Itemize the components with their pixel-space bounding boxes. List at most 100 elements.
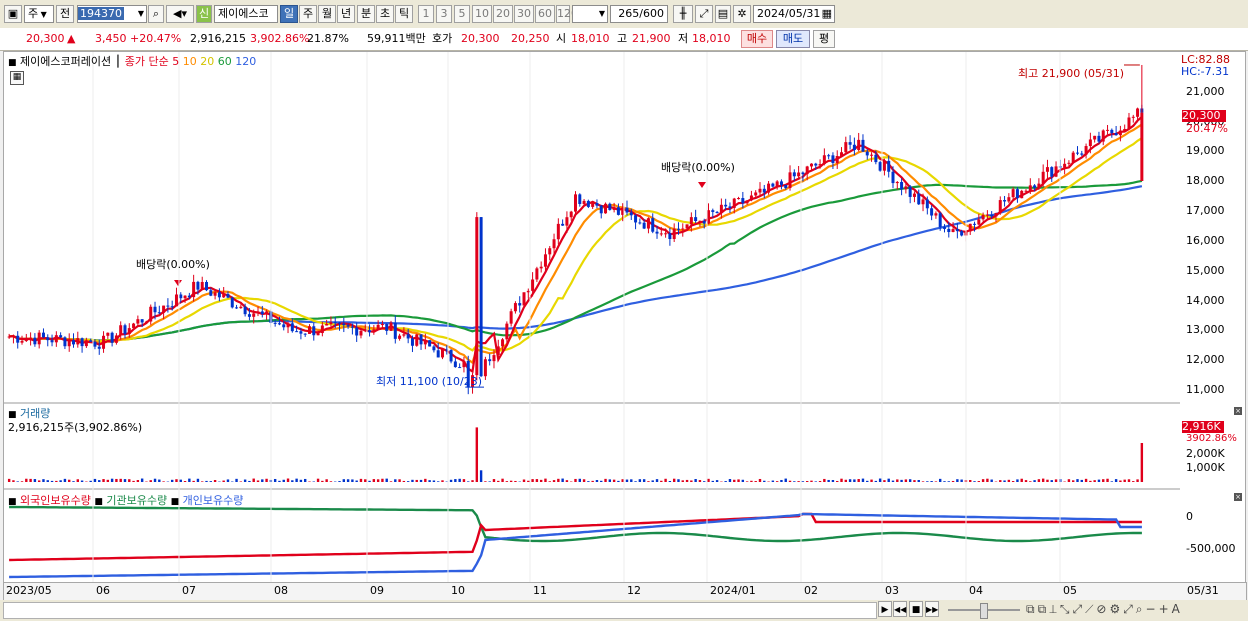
holdings-pane-close-icon[interactable]: × [1234, 493, 1242, 501]
period-minute-button[interactable]: 분 [357, 5, 375, 23]
volume-bar [106, 479, 110, 482]
volume-bar [947, 481, 950, 482]
stock-code-input[interactable]: 194370 ▼ [77, 5, 147, 23]
interval-1-button[interactable]: 1 [418, 5, 434, 23]
legend-ma60: 60 [217, 55, 232, 68]
candle-body [72, 340, 76, 345]
search-icon[interactable]: ⌕ [148, 5, 164, 23]
candle-body [1127, 117, 1131, 130]
candle-body [179, 294, 183, 299]
candle-body [406, 334, 410, 339]
low-label: 저 [678, 32, 689, 45]
period-tick-button[interactable]: 틱 [395, 5, 413, 23]
volume-bar [780, 479, 783, 482]
volume-tag: 2,916K [1182, 421, 1224, 433]
volume-bar [600, 480, 603, 482]
candle-body [604, 203, 608, 214]
period-second-button[interactable]: 초 [376, 5, 394, 23]
period-week-button[interactable]: 주 [299, 5, 317, 23]
candle-body [985, 214, 989, 216]
interval-10-button[interactable]: 10 [472, 5, 492, 23]
open-price: 18,010 [571, 32, 610, 45]
buy-button[interactable]: 매수 [741, 30, 773, 48]
volume-bar [406, 481, 410, 482]
interval-120-button[interactable]: 120 [556, 5, 578, 23]
volume-bar [578, 478, 581, 482]
volume-bar [660, 480, 663, 482]
chart-area[interactable]: ■ 제이에스코퍼레이션 ┃ 종가 단순 5 10 20 60 120 ▦ 최고 … [3, 51, 1181, 583]
volume-bar [501, 478, 504, 482]
price-tick-label: 21,000 [1186, 84, 1225, 98]
stop-icon[interactable]: ■ [909, 601, 923, 617]
volume-bar [703, 481, 706, 482]
volume-bar [183, 481, 187, 482]
x-axis-month-label: 2023/05 [6, 584, 52, 597]
candle-body [488, 359, 492, 362]
interval-30-button[interactable]: 30 [514, 5, 534, 23]
evaluate-button[interactable]: 평 [813, 30, 835, 48]
candle-body [1045, 167, 1049, 172]
count-input[interactable]: 265/600 [610, 5, 668, 23]
prev-button[interactable]: 전 [56, 5, 74, 23]
volume-bar [381, 478, 384, 482]
horizontal-scrollbar[interactable] [3, 602, 877, 619]
volume-bar [883, 480, 886, 482]
candle-body [505, 323, 509, 340]
candle-body [123, 325, 127, 335]
volume-bar [617, 480, 620, 482]
volume-bar [1140, 443, 1144, 482]
window-menu-icon[interactable]: ▣ [4, 5, 22, 23]
sell-button[interactable]: 매도 [776, 30, 810, 48]
volume-bar [694, 479, 697, 482]
date-input[interactable]: 2024/05/31 ▦ [753, 5, 835, 23]
volume-bar [1072, 480, 1075, 482]
volume-bar [484, 481, 487, 482]
save-icon[interactable]: ▤ [715, 5, 731, 23]
fast-forward-icon[interactable]: ▶▶ [925, 601, 939, 617]
volume-bar [364, 479, 367, 482]
volume-bar [1054, 479, 1058, 482]
volume-bar [793, 481, 796, 482]
volume-bar [887, 478, 890, 482]
volume-bar [1132, 481, 1135, 482]
candle-body [277, 323, 281, 325]
period-day-button[interactable]: 일 [280, 5, 298, 23]
volume-bar [37, 480, 41, 482]
candle-body [698, 220, 702, 222]
candle-body [539, 266, 543, 269]
custom-interval-input[interactable]: ▼ [572, 5, 608, 23]
scroll-right-icon[interactable]: ▶ [878, 601, 892, 617]
volume-bar [338, 481, 341, 482]
candle-body [260, 311, 264, 314]
candle-body [20, 341, 24, 343]
volume-bar [33, 479, 37, 482]
stock-name-field[interactable]: 제이에스코 [214, 5, 278, 23]
interval-60-button[interactable]: 60 [535, 5, 555, 23]
gear-icon[interactable]: ✲ [733, 5, 751, 23]
volume-bar [938, 478, 942, 482]
volume-bar [733, 479, 736, 482]
interval-3-button[interactable]: 3 [436, 5, 452, 23]
interval-20-button[interactable]: 20 [493, 5, 513, 23]
zoom-slider-thumb[interactable] [980, 603, 988, 619]
grid-toggle-icon[interactable]: ▦ [10, 71, 24, 85]
volume-bar [664, 478, 667, 482]
candle-body [192, 281, 196, 298]
candle-body [1084, 146, 1088, 155]
period-year-button[interactable]: 년 [337, 5, 355, 23]
period-month-button[interactable]: 월 [318, 5, 336, 23]
drawing-tools-icons[interactable]: ⧉⧉⟂⤡⤢⟋⊘⚙⤢⌕−+A [1026, 602, 1183, 617]
candle-body [1041, 171, 1045, 184]
hc-label: HC:-7.31 [1181, 65, 1230, 78]
market-select[interactable]: 주 ▼ [24, 5, 54, 23]
candle-type-icon[interactable]: ╫ [673, 5, 693, 23]
candle-body [608, 203, 612, 210]
volume-bar [213, 480, 217, 482]
rewind-icon[interactable]: ◀◀ [893, 601, 907, 617]
volume-pane-close-icon[interactable]: × [1234, 407, 1242, 415]
sound-icon[interactable]: ◀▾ [166, 5, 194, 23]
crosshair-icon[interactable]: ⤢ [695, 5, 713, 23]
volume-bar [325, 479, 328, 482]
volume-bar [432, 480, 436, 482]
interval-5-button[interactable]: 5 [454, 5, 470, 23]
